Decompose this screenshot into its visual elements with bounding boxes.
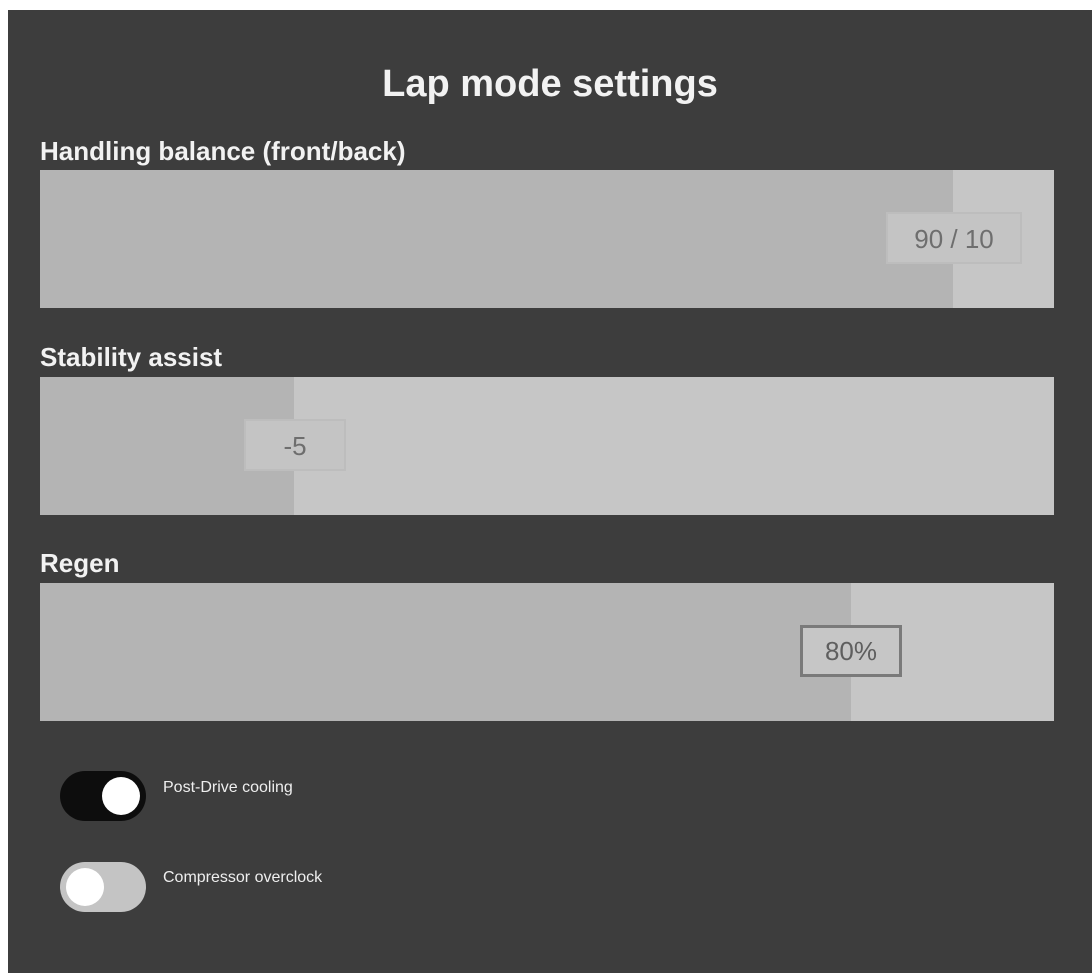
handling-balance-fill xyxy=(40,170,953,308)
stability-assist-slider[interactable]: -5 xyxy=(40,377,1054,515)
stability-assist-value: -5 xyxy=(244,419,346,471)
toggle-knob xyxy=(102,777,140,815)
regen-slider[interactable]: 80% xyxy=(40,583,1054,721)
compressor-overclock-toggle[interactable] xyxy=(60,862,146,912)
compressor-overclock-label: Compressor overclock xyxy=(163,869,323,886)
post-drive-cooling-toggle[interactable] xyxy=(60,771,146,821)
panel-title: Lap mode settings xyxy=(382,63,718,105)
settings-panel: Lap mode settings Handling balance (fron… xyxy=(8,10,1092,973)
stability-assist-label: Stability assist xyxy=(40,342,223,372)
regen-fill xyxy=(40,583,852,721)
post-drive-cooling-label: Post-Drive cooling xyxy=(163,779,293,796)
regen-value: 80% xyxy=(800,625,902,677)
toggle-knob xyxy=(66,868,104,906)
regen-label: Regen xyxy=(40,548,120,578)
handling-balance-slider[interactable]: 90 / 10 xyxy=(40,170,1054,308)
handling-balance-label: Handling balance (front/back) xyxy=(40,136,406,166)
handling-balance-value: 90 / 10 xyxy=(886,212,1022,264)
